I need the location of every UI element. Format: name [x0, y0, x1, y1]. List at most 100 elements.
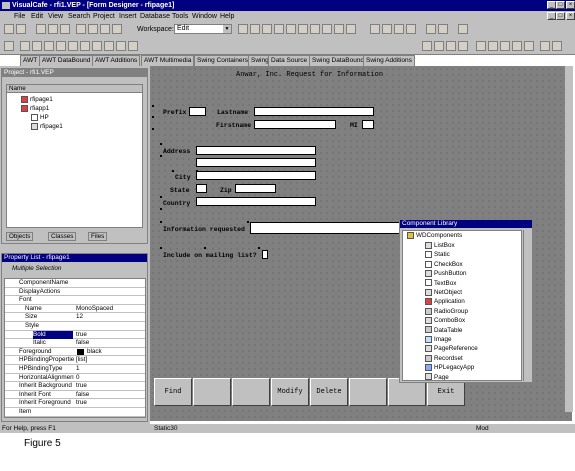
align-right-icon[interactable]	[446, 41, 456, 51]
prefix-field[interactable]	[189, 107, 206, 116]
library-item-netobject[interactable]: NetObject	[425, 288, 462, 297]
project-icon[interactable]	[322, 24, 332, 34]
designer-scrollbar[interactable]	[564, 66, 573, 412]
doc-minimize-button[interactable]: _	[547, 12, 556, 20]
property-row[interactable]: Name MonoSpaced	[5, 305, 145, 314]
space-horiz-icon[interactable]	[512, 41, 522, 51]
debug-icon[interactable]	[426, 24, 436, 34]
property-row[interactable]: Inherit Background true	[5, 382, 145, 391]
menu-view[interactable]: View	[48, 11, 63, 22]
property-row[interactable]: Foreground black	[5, 348, 145, 357]
selection-handle[interactable]	[247, 221, 249, 223]
grid-icon[interactable]	[346, 24, 356, 34]
selection-handle[interactable]	[160, 155, 162, 157]
library-root[interactable]: WDComponents	[407, 232, 462, 239]
doc-close-button[interactable]: ×	[566, 12, 575, 20]
city-field[interactable]	[196, 171, 316, 180]
property-row[interactable]: Item	[5, 408, 145, 417]
library-item-application[interactable]: Application	[425, 297, 465, 306]
find-button[interactable]: Find	[154, 378, 192, 406]
same-size-icon[interactable]	[500, 41, 510, 51]
align-top-icon[interactable]	[458, 41, 468, 51]
tab-files[interactable]: Files	[88, 232, 108, 241]
tab-awt-multimedia[interactable]: AWT Multimedia	[141, 55, 195, 66]
property-row[interactable]: Inherit Font false	[5, 391, 145, 400]
library-item-radiogroup[interactable]: RadioGroup	[425, 307, 468, 316]
textarea-comp-icon[interactable]	[80, 41, 90, 51]
center-horiz-icon[interactable]	[540, 41, 550, 51]
props-icon[interactable]	[298, 24, 308, 34]
library-item-textbox[interactable]: TextBox	[425, 279, 456, 288]
selection-handle[interactable]	[160, 221, 162, 223]
menu-database[interactable]: Database	[140, 11, 170, 22]
selection-handle[interactable]	[160, 143, 162, 145]
library-item-pushbutton[interactable]: PushButton	[425, 269, 467, 278]
state-field[interactable]	[196, 184, 207, 193]
pointer-icon[interactable]	[4, 41, 14, 51]
palette-icon[interactable]	[286, 24, 296, 34]
center-vert-icon[interactable]	[552, 41, 562, 51]
doc-restore-button[interactable]: □	[556, 12, 565, 20]
selection-handle[interactable]	[152, 116, 154, 118]
library-item-page[interactable]: Page	[425, 373, 449, 380]
open-icon[interactable]	[16, 24, 26, 34]
help-icon[interactable]	[88, 24, 98, 34]
radio-comp-icon[interactable]	[56, 41, 66, 51]
address-field-1[interactable]	[196, 146, 316, 155]
tree-item-hp[interactable]: HP	[31, 114, 49, 121]
panel-comp-icon[interactable]	[128, 41, 138, 51]
workspace-select[interactable]: Edit ▼	[174, 24, 232, 34]
property-row[interactable]: Style	[5, 322, 145, 331]
blank-button-1[interactable]	[193, 378, 231, 406]
window-icon[interactable]	[334, 24, 344, 34]
selection-handle[interactable]	[152, 105, 154, 107]
library-item-recordset[interactable]: Recordset	[425, 354, 463, 363]
country-field[interactable]	[196, 197, 316, 206]
library-item-pagereference[interactable]: PageReference	[425, 344, 478, 353]
mi-field[interactable]	[362, 120, 374, 129]
modify-button[interactable]: Modify	[271, 378, 309, 406]
delete-button[interactable]: Delete	[310, 378, 348, 406]
selection-handle[interactable]	[204, 247, 206, 249]
run-icon[interactable]	[370, 24, 380, 34]
library-item-listbox[interactable]: ListBox	[425, 241, 455, 250]
property-row[interactable]: HPBindingProperties [list]	[5, 356, 145, 365]
property-row[interactable]: Bold true	[5, 330, 145, 340]
step-into-icon[interactable]	[382, 24, 392, 34]
property-row[interactable]: DisplayActions	[5, 288, 145, 297]
same-height-icon[interactable]	[488, 41, 498, 51]
tree-item-rfiapp1[interactable]: rfiapp1	[21, 105, 49, 112]
button-comp-icon[interactable]	[32, 41, 42, 51]
tab-swing-containers[interactable]: Swing Containers	[194, 55, 251, 66]
mailing-checkbox[interactable]	[262, 250, 268, 259]
address-field-2[interactable]	[196, 158, 316, 167]
maximize-button[interactable]: □	[556, 1, 565, 9]
menu-edit[interactable]: Edit	[31, 11, 43, 22]
selection-handle[interactable]	[196, 170, 198, 172]
selection-handle[interactable]	[152, 128, 154, 130]
hand-icon[interactable]	[458, 24, 468, 34]
menu-tools[interactable]: Tools	[172, 11, 188, 22]
checkbox-comp-icon[interactable]	[44, 41, 54, 51]
tree-item-rfipage1-child[interactable]: rfipage1	[31, 123, 63, 130]
selection-handle[interactable]	[160, 247, 162, 249]
tree-item-rfipage1[interactable]: rfipage1	[21, 96, 53, 103]
lastname-field[interactable]	[254, 107, 374, 116]
step-out-icon[interactable]	[406, 24, 416, 34]
textfield-comp-icon[interactable]	[68, 41, 78, 51]
property-row[interactable]: Italic false	[5, 339, 145, 348]
chevron-down-icon[interactable]: ▼	[223, 25, 231, 33]
property-row[interactable]: Size 12	[5, 313, 145, 322]
copy-icon[interactable]	[48, 24, 58, 34]
blank-button-2[interactable]	[232, 378, 270, 406]
align-left-icon[interactable]	[422, 41, 432, 51]
property-row[interactable]: Inherit Foreground true	[5, 399, 145, 408]
menu-help[interactable]: Help	[220, 11, 234, 22]
close-button[interactable]: ×	[566, 1, 575, 9]
tab-swing-databound[interactable]: Swing DataBound	[309, 55, 368, 66]
property-row[interactable]: Font	[5, 296, 145, 305]
hierarchy-icon[interactable]	[262, 24, 272, 34]
scrollbar-comp-icon[interactable]	[116, 41, 126, 51]
selection-handle[interactable]	[172, 170, 174, 172]
info-field[interactable]	[250, 222, 400, 234]
